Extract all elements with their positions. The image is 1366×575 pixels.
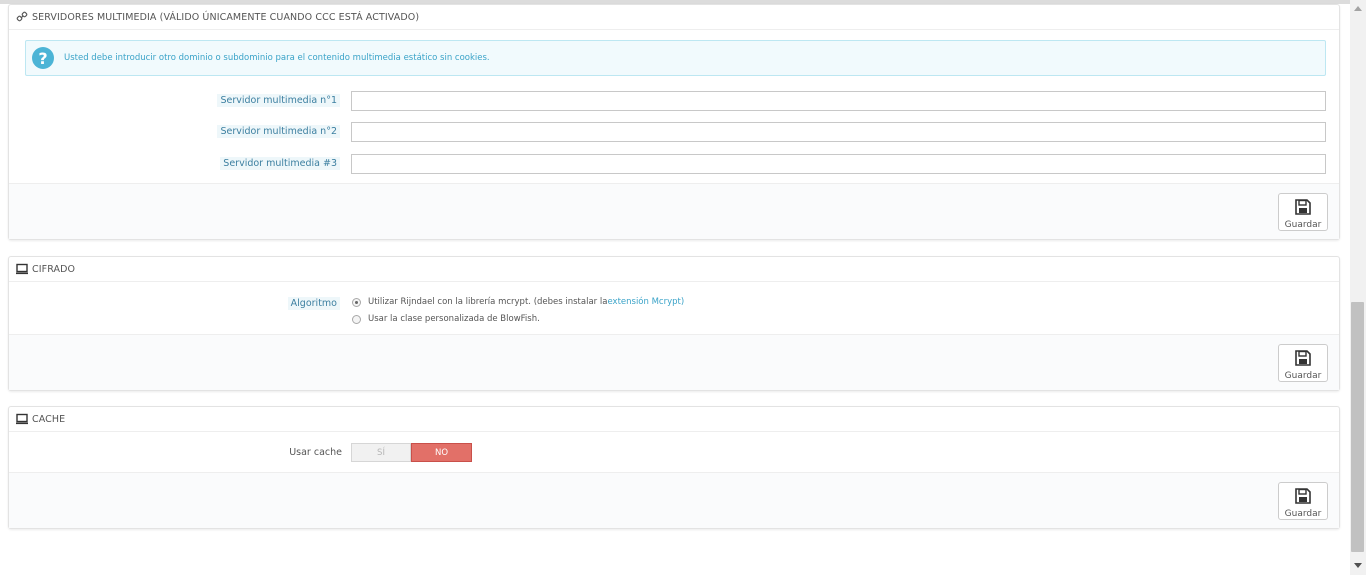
floppy-disk-icon — [1294, 198, 1312, 219]
media-server-2-label: Servidor multimedia n°2 — [217, 125, 340, 138]
media-server-3-label: Servidor multimedia #3 — [220, 157, 340, 170]
cipher-panel: CIFRADO Algoritmo Utilizar Rijndael con … — [8, 256, 1340, 391]
toggle-yes[interactable]: SÍ — [351, 443, 411, 462]
radio-button[interactable] — [352, 297, 361, 307]
option-text: Usar la clase personalizada de BlowFish. — [368, 314, 540, 324]
cache-panel: CACHE Usar cache SÍ NO Guardar — [8, 406, 1340, 529]
monitor-icon — [16, 413, 28, 425]
monitor-icon — [16, 263, 28, 275]
option-text-end: ) — [680, 297, 685, 307]
use-cache-label: Usar cache — [289, 447, 342, 458]
info-alert: ? Usted debe introducir otro dominio o s… — [25, 40, 1326, 76]
media-server-3-input[interactable] — [351, 154, 1326, 174]
save-button[interactable]: Guardar — [1278, 344, 1328, 382]
panel-footer: Guardar — [9, 334, 1339, 390]
media-server-2-input[interactable] — [351, 122, 1326, 142]
link-icon — [16, 11, 28, 23]
mcrypt-link[interactable]: extensión Mcrypt — [607, 297, 680, 307]
panel-footer: Guardar — [9, 472, 1339, 528]
media-servers-panel: SERVIDORES MULTIMEDIA (VÁLIDO ÚNICAMENTE… — [8, 4, 1340, 240]
rijndael-option[interactable]: Utilizar Rijndael con la librería mcrypt… — [352, 297, 684, 307]
radio-button[interactable] — [352, 314, 361, 324]
save-button[interactable]: Guardar — [1278, 482, 1328, 520]
question-circle-icon: ? — [32, 47, 54, 69]
info-text: Usted debe introducir otro dominio o sub… — [64, 53, 490, 63]
save-label: Guardar — [1284, 220, 1322, 230]
floppy-disk-icon — [1294, 487, 1312, 508]
panel-title: CIFRADO — [32, 263, 76, 275]
panel-title: SERVIDORES MULTIMEDIA (VÁLIDO ÚNICAMENTE… — [32, 11, 420, 23]
use-cache-toggle[interactable]: SÍ NO — [351, 443, 472, 462]
media-server-1-label: Servidor multimedia n°1 — [217, 94, 340, 107]
panel-header: CACHE — [9, 407, 1339, 432]
option-text: Utilizar Rijndael con la librería mcrypt… — [368, 297, 608, 307]
panel-title: CACHE — [32, 413, 66, 425]
save-label: Guardar — [1284, 509, 1322, 519]
scrollbar-thumb[interactable] — [1351, 302, 1364, 552]
algorithm-label: Algoritmo — [287, 297, 340, 310]
save-button[interactable]: Guardar — [1278, 193, 1328, 231]
media-server-1-input[interactable] — [351, 91, 1326, 111]
blowfish-option[interactable]: Usar la clase personalizada de BlowFish. — [352, 314, 540, 324]
panel-header: SERVIDORES MULTIMEDIA (VÁLIDO ÚNICAMENTE… — [9, 5, 1339, 30]
scroll-up-icon[interactable] — [1354, 6, 1362, 11]
save-label: Guardar — [1284, 371, 1322, 381]
scroll-down-icon[interactable] — [1354, 563, 1362, 568]
floppy-disk-icon — [1294, 349, 1312, 370]
panel-footer: Guardar — [9, 183, 1339, 239]
toggle-no[interactable]: NO — [411, 443, 472, 462]
panel-header: CIFRADO — [9, 257, 1339, 282]
